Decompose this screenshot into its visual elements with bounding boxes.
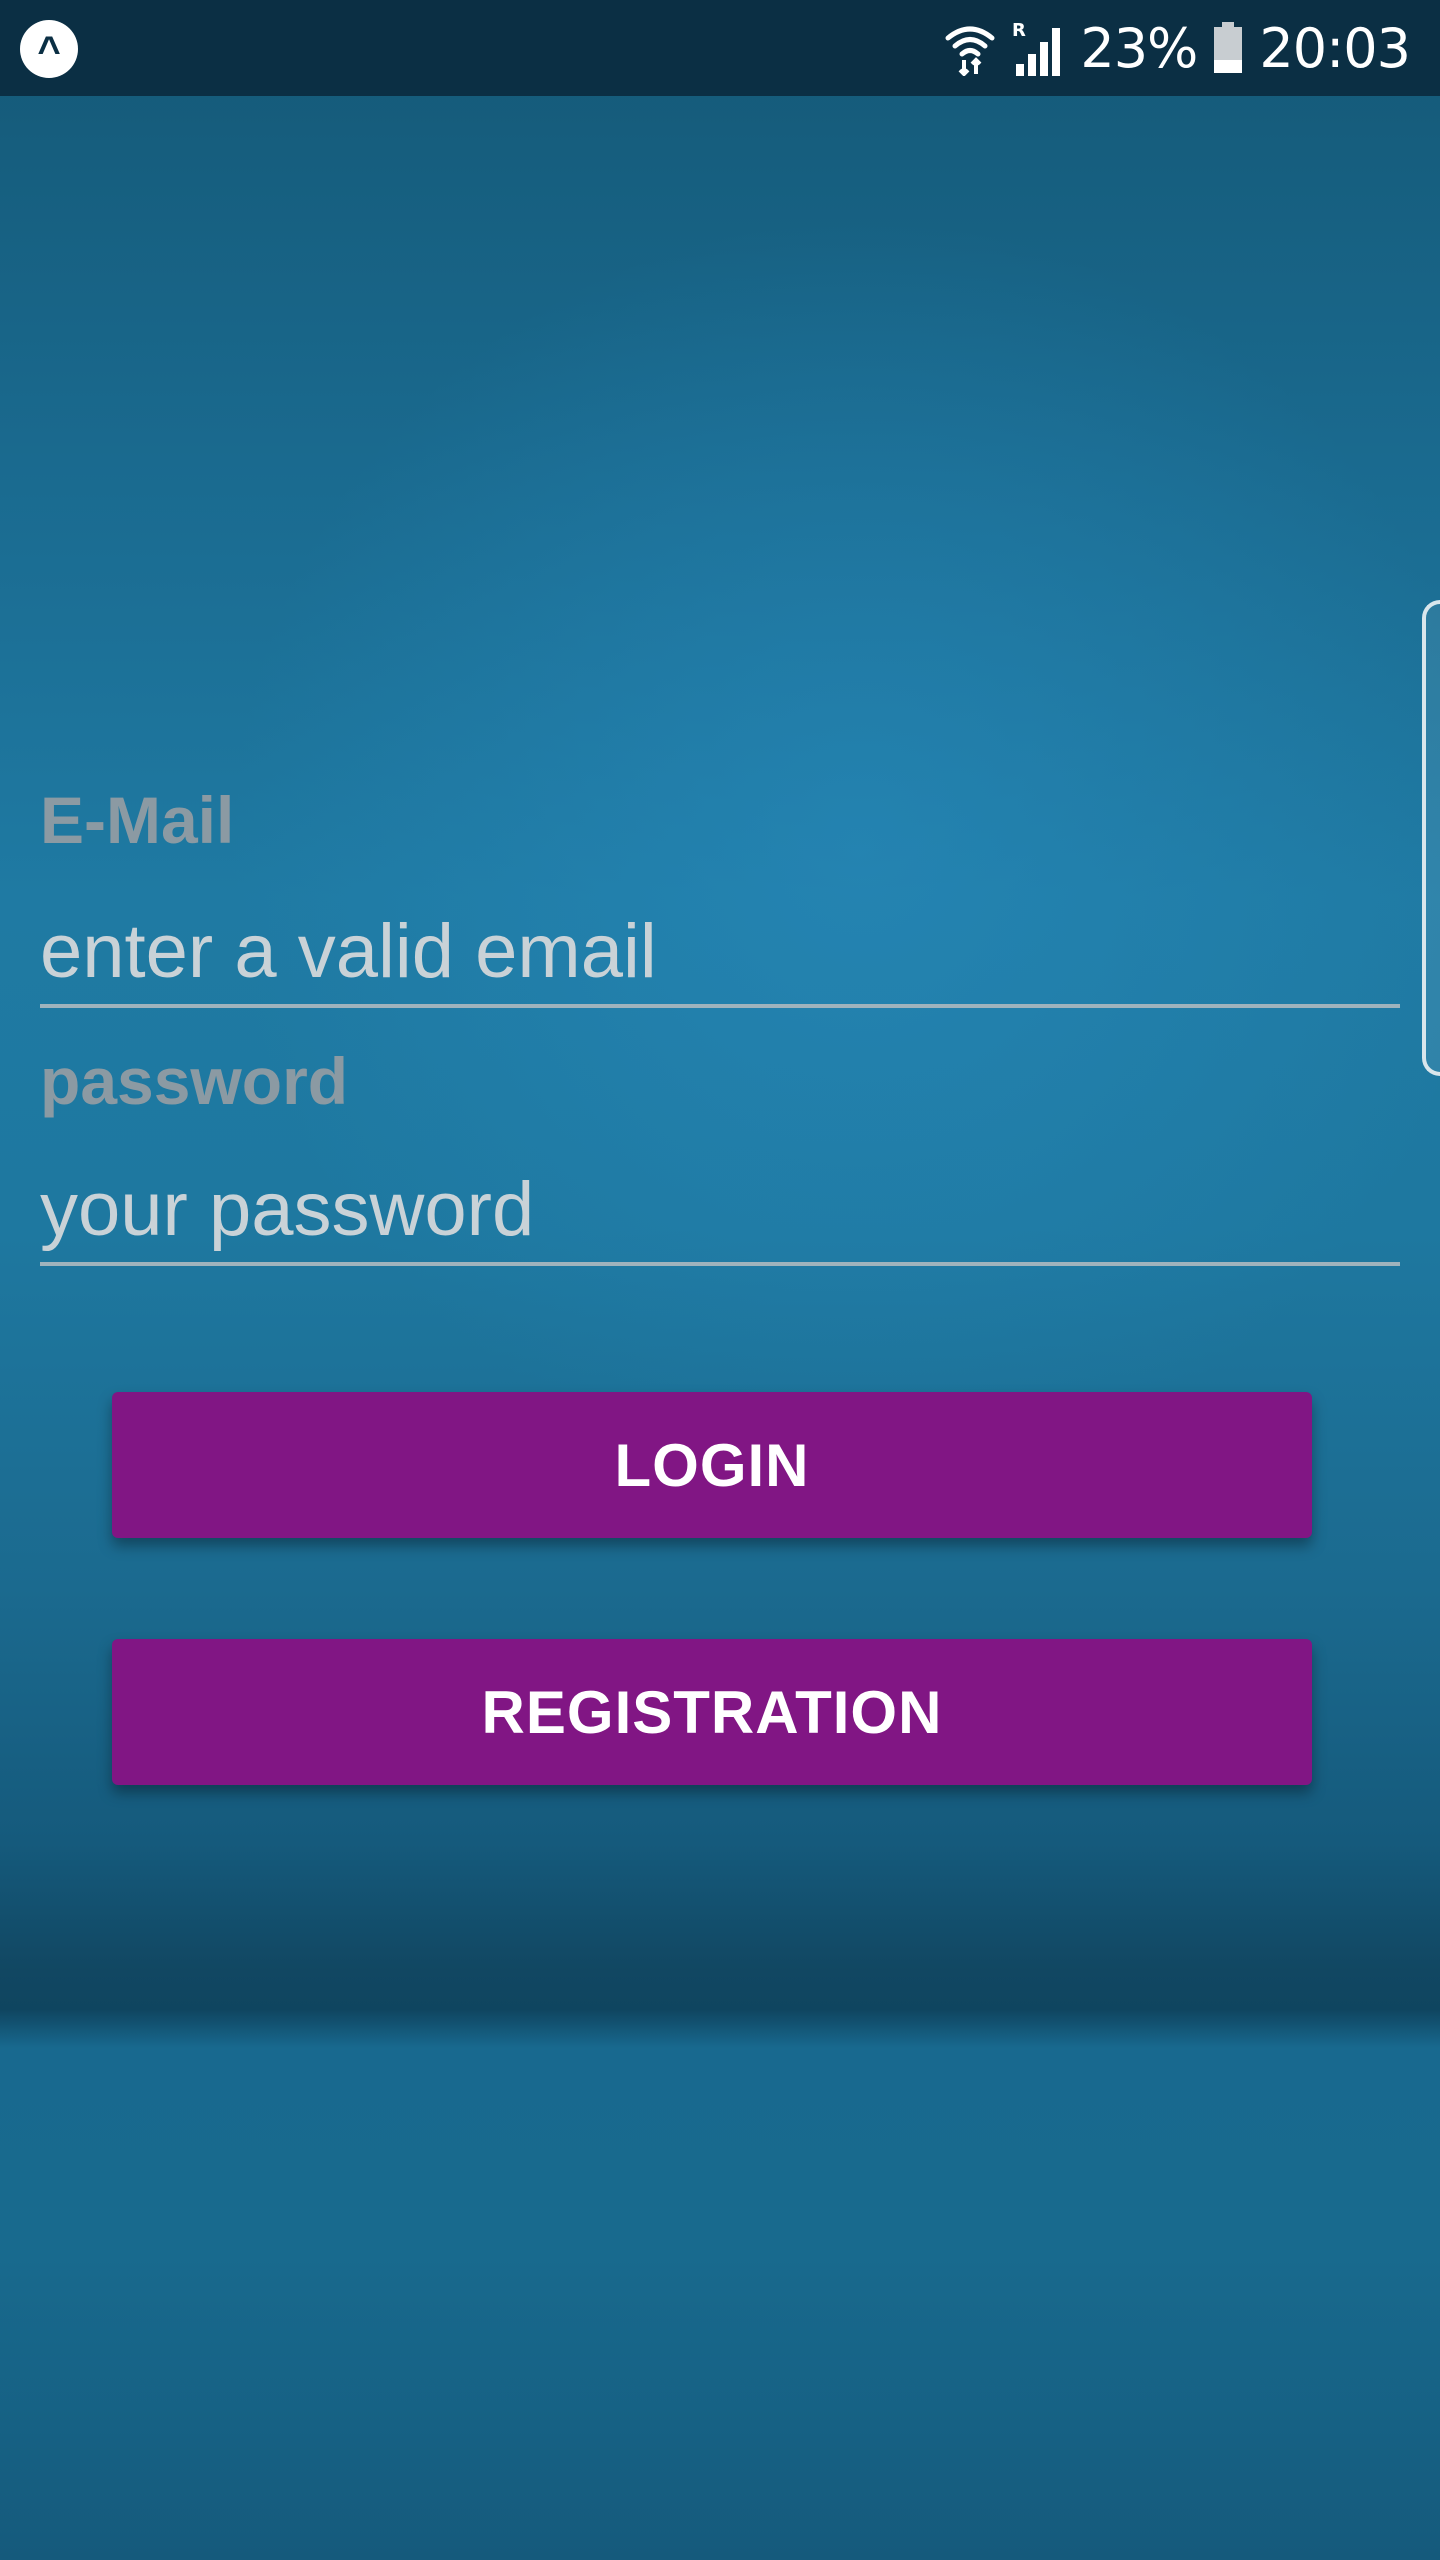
wifi-icon	[945, 26, 995, 76]
clock: 20:03	[1259, 16, 1411, 80]
email-field[interactable]	[40, 898, 1400, 1008]
status-icons: R 23% 20:03	[944, 0, 1411, 96]
signal-icon: R	[1012, 20, 1061, 76]
login-button[interactable]: LOGIN	[112, 1392, 1312, 1538]
email-label: E-Mail	[40, 783, 235, 857]
login-screen: ^ R 23% 20:03 E-Mail enter a valid email…	[0, 0, 1440, 2560]
svg-text:R: R	[1012, 20, 1026, 41]
caret-up-icon: ^	[37, 29, 61, 73]
status-bar: ^ R 23% 20:03	[0, 0, 1440, 96]
app-notification-icon: ^	[20, 20, 78, 78]
registration-button[interactable]: REGISTRATION	[112, 1639, 1312, 1785]
password-label: password	[40, 1044, 349, 1118]
battery-percent: 23%	[1080, 16, 1198, 80]
password-field[interactable]	[40, 1156, 1400, 1266]
edge-panel-handle[interactable]	[1422, 600, 1440, 1076]
battery-icon	[1214, 22, 1243, 73]
